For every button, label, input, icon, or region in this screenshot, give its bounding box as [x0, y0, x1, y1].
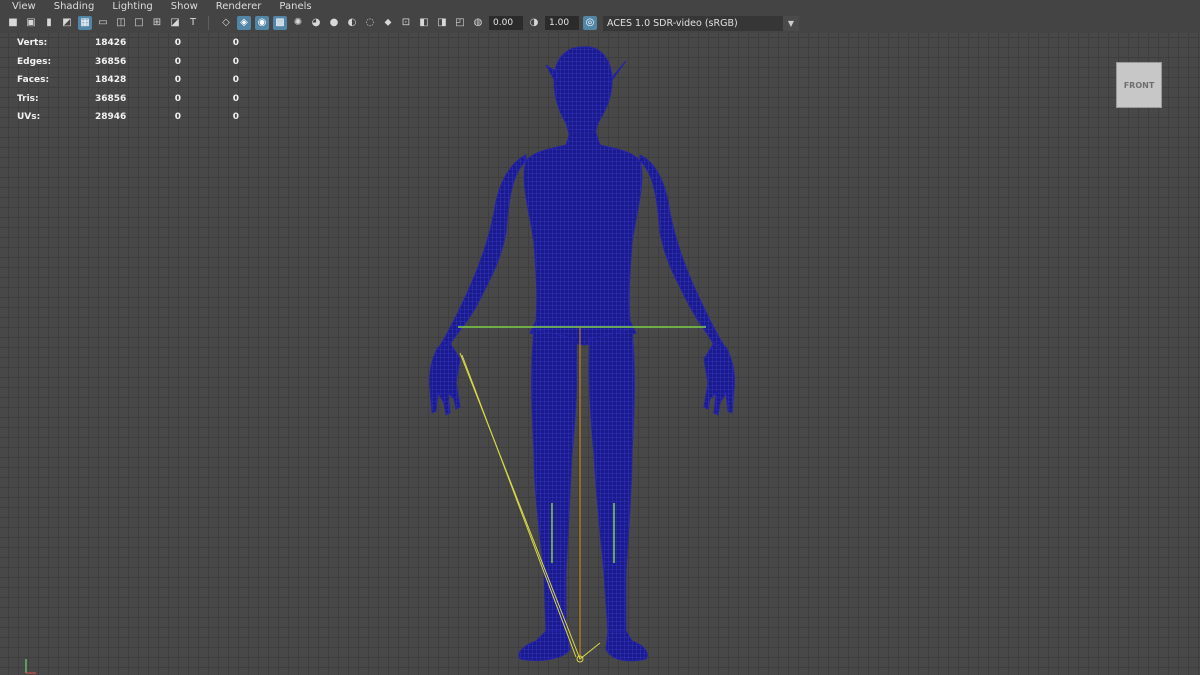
camera-tools-group: ■ ▣ ▮ ◩ ▦ ▭ ◫ □ ⊞ ◪ T [4, 16, 202, 30]
motion-blur-icon[interactable]: ◐ [345, 16, 359, 30]
gate-mask-icon[interactable]: □ [132, 16, 146, 30]
mesh-torso [523, 132, 643, 324]
mesh-hand-right [703, 342, 735, 416]
mesh-arm-left [436, 154, 527, 350]
color-management-icon[interactable]: ◎ [583, 16, 597, 30]
textured-icon[interactable]: ▩ [273, 16, 287, 30]
bookmark-icon[interactable]: ▮ [42, 16, 56, 30]
xray-icon[interactable]: ◧ [417, 16, 431, 30]
film-gate-icon[interactable]: ▭ [96, 16, 110, 30]
resolution-gate-icon[interactable]: ◫ [114, 16, 128, 30]
mesh-leg-left [531, 328, 578, 634]
menu-lighting[interactable]: Lighting [102, 0, 160, 13]
mesh-leg-right [588, 328, 635, 634]
mesh-foot-right [605, 630, 648, 662]
smooth-shade-icon[interactable]: ◈ [237, 16, 251, 30]
anti-aliasing-icon[interactable]: ◌ [363, 16, 377, 30]
wireframe-icon[interactable]: ◇ [219, 16, 233, 30]
shadows-icon[interactable]: ◕ [309, 16, 323, 30]
backface-culling-icon[interactable]: ◰ [453, 16, 467, 30]
depth-of-field-icon[interactable]: ⬥ [381, 16, 395, 30]
ik-handle-left [459, 352, 601, 660]
colorspace-label: ACES 1.0 SDR-video (sRGB) [607, 17, 738, 29]
viewport-toolbar: ■ ▣ ▮ ◩ ▦ ▭ ◫ □ ⊞ ◪ T ◇ ◈ ◉ ▩ ✺ ◕ ● ◐ ◌ ⬥ ⊡ ◧ ◨ ◰ ◍ ◑ ◎ ACES 1.0… [0, 13, 1200, 33]
mesh-arm-right [639, 154, 728, 350]
mesh-head [553, 46, 613, 138]
gamma-field[interactable] [545, 16, 579, 30]
chevron-down-icon[interactable]: ▼ [783, 15, 799, 31]
exposure-field[interactable] [489, 16, 523, 30]
gamma-icon[interactable]: ◑ [527, 16, 541, 30]
lights-icon[interactable]: ✺ [291, 16, 305, 30]
menu-shading[interactable]: Shading [44, 0, 103, 13]
mesh-hand-left [429, 342, 461, 416]
safe-title-icon[interactable]: T [186, 16, 200, 30]
camera-attributes-icon[interactable]: ▣ [24, 16, 38, 30]
safe-action-icon[interactable]: ◪ [168, 16, 182, 30]
mesh-ear-right [609, 60, 627, 84]
toolbar-divider [208, 16, 209, 30]
default-material-icon[interactable]: ◉ [255, 16, 269, 30]
axis-gizmo-icon [25, 659, 36, 674]
exposure-icon[interactable]: ◍ [471, 16, 485, 30]
menu-panels[interactable]: Panels [269, 0, 319, 13]
menu-show[interactable]: Show [161, 0, 206, 13]
isolate-select-icon[interactable]: ⊡ [399, 16, 413, 30]
viewport-menubar: View Shading Lighting Show Renderer Panels [0, 0, 1200, 13]
ambient-occlusion-icon[interactable]: ● [327, 16, 341, 30]
mesh-foot-left [518, 630, 571, 662]
menu-renderer[interactable]: Renderer [206, 0, 270, 13]
shading-tools-group: ◇ ◈ ◉ ▩ ✺ ◕ ● ◐ ◌ ⬥ ⊡ ◧ ◨ ◰ ◍ [217, 16, 487, 30]
field-chart-icon[interactable]: ⊞ [150, 16, 164, 30]
image-plane-icon[interactable]: ◩ [60, 16, 74, 30]
menu-view[interactable]: View [0, 0, 44, 13]
camera-icon[interactable]: ■ [6, 16, 20, 30]
colorspace-dropdown[interactable]: ACES 1.0 SDR-video (sRGB) ▼ [603, 15, 799, 31]
xray-joints-icon[interactable]: ◨ [435, 16, 449, 30]
grid-icon[interactable]: ▦ [78, 16, 92, 30]
character-mesh[interactable] [0, 33, 1200, 675]
